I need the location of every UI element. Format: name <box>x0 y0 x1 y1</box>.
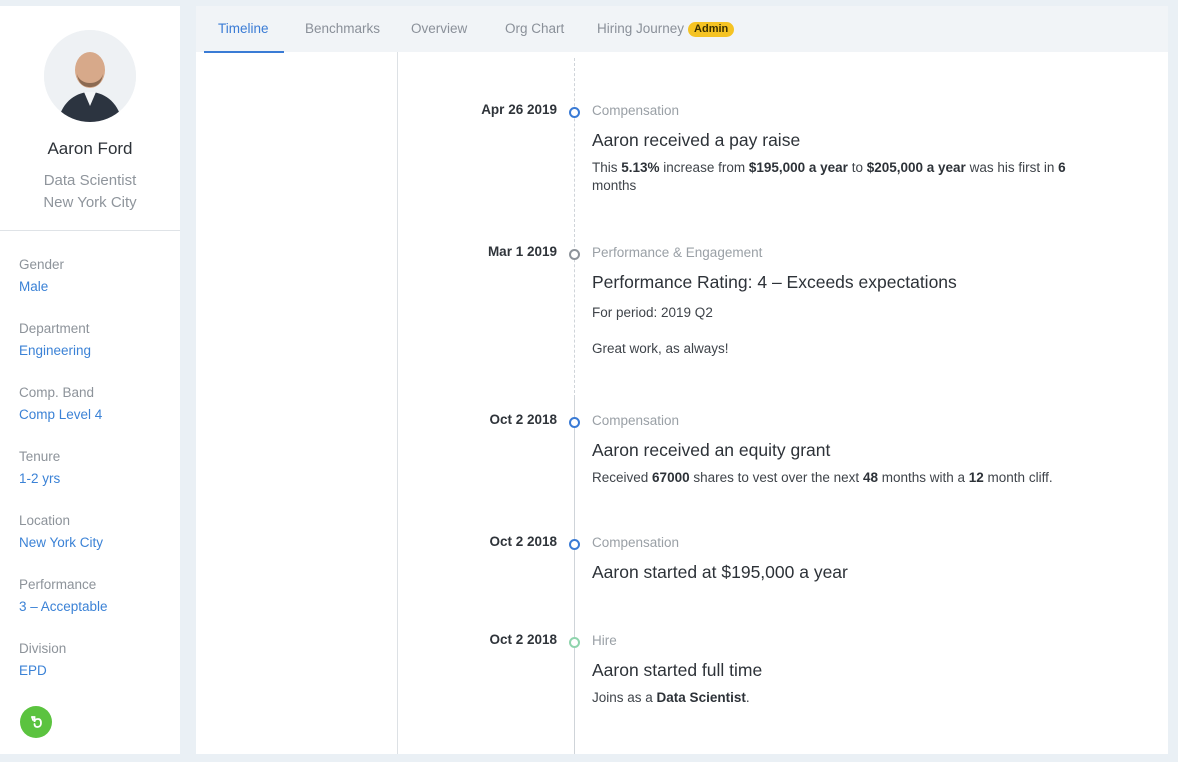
event-category: Hire <box>592 633 617 648</box>
event-date: Oct 2 2018 <box>489 632 557 647</box>
attribute-comp-band: Comp. Band Comp Level 4 <box>19 384 169 448</box>
profile-panel: Aaron Ford Data Scientist New York City … <box>0 6 180 754</box>
help-button[interactable] <box>20 706 52 738</box>
event-marker <box>569 539 580 550</box>
attribute-value[interactable]: Male <box>19 278 169 296</box>
event-content: Compensation Aaron received an equity gr… <box>592 412 1112 487</box>
attribute-label: Location <box>19 513 71 528</box>
tab-label: Hiring Journey <box>597 21 685 36</box>
event-title: Aaron received an equity grant <box>592 440 831 460</box>
event-description: Joins as a Data Scientist. <box>592 690 750 705</box>
event-content: Hire Aaron started full time Joins as a … <box>592 632 1112 707</box>
event-content: Compensation Aaron started at $195,000 a… <box>592 534 1112 583</box>
attribute-label: Tenure <box>19 449 61 464</box>
event-date: Apr 26 2019 <box>481 102 557 117</box>
event-category: Compensation <box>592 103 680 118</box>
employee-name: Aaron Ford <box>47 139 133 158</box>
event-category: Performance & Engagement <box>592 245 763 260</box>
event-date: Oct 2 2018 <box>489 412 557 427</box>
attribute-value[interactable]: New York City <box>19 534 169 552</box>
attribute-performance: Performance 3 – Acceptable <box>19 576 169 640</box>
event-category: Compensation <box>592 535 680 550</box>
event-marker <box>569 417 580 428</box>
tab-timeline[interactable]: Timeline <box>218 6 269 52</box>
event-content: Performance & Engagement Performance Rat… <box>592 244 1112 358</box>
attribute-tenure: Tenure 1-2 yrs <box>19 448 169 512</box>
event-title: Aaron started full time <box>592 660 763 680</box>
event-marker <box>569 637 580 648</box>
help-icon <box>31 716 42 728</box>
attribute-label: Gender <box>19 257 65 272</box>
admin-badge: Admin <box>688 22 735 37</box>
employee-location: New York City <box>43 194 137 211</box>
event-note: Great work, as always! <box>592 341 729 356</box>
timeline-line <box>574 398 575 754</box>
attribute-division: Division EPD <box>19 640 169 704</box>
event-date: Mar 1 2019 <box>487 244 557 259</box>
event-description: Received 67000 shares to vest over the n… <box>592 470 1053 485</box>
event-description: This 5.13% increase from $195,000 a year… <box>592 160 1066 193</box>
active-tab-indicator <box>204 51 284 53</box>
attribute-value[interactable]: Comp Level 4 <box>19 406 169 424</box>
event-title: Aaron received a pay raise <box>592 130 801 150</box>
divider <box>0 230 180 231</box>
attribute-location: Location New York City <box>19 512 169 576</box>
attribute-department: Department Engineering <box>19 320 169 384</box>
column-divider <box>397 52 398 754</box>
tab-overview[interactable]: Overview <box>411 6 467 52</box>
event-category: Compensation <box>592 413 680 428</box>
event-marker <box>569 249 580 260</box>
event-date: Oct 2 2018 <box>489 534 557 549</box>
attribute-value[interactable]: Engineering <box>19 342 169 360</box>
employee-title: Data Scientist <box>43 172 137 189</box>
main-panel: Timeline Benchmarks Overview Org Chart H… <box>196 6 1168 754</box>
tab-org-chart[interactable]: Org Chart <box>505 6 564 52</box>
attribute-value[interactable]: 1-2 yrs <box>19 470 169 488</box>
attribute-label: Performance <box>19 577 97 592</box>
attribute-label: Comp. Band <box>19 385 95 400</box>
tab-bar: Timeline Benchmarks Overview Org Chart H… <box>196 6 1168 53</box>
event-period: For period: 2019 Q2 <box>592 305 713 320</box>
event-content: Compensation Aaron received a pay raise … <box>592 102 1112 195</box>
attribute-value[interactable]: EPD <box>19 662 169 680</box>
attribute-label: Department <box>19 321 90 336</box>
tab-hiring-journey[interactable]: Hiring Journey Admin <box>597 6 735 52</box>
attribute-list: Gender Male Department Engineering Comp.… <box>19 256 169 704</box>
event-marker <box>569 107 580 118</box>
attribute-value[interactable]: 3 – Acceptable <box>19 598 169 616</box>
avatar <box>44 30 136 122</box>
event-title: Aaron started at $195,000 a year <box>592 562 848 582</box>
tab-benchmarks[interactable]: Benchmarks <box>305 6 380 52</box>
event-title: Performance Rating: 4 – Exceeds expectat… <box>592 272 957 292</box>
attribute-label: Division <box>19 641 67 656</box>
attribute-gender: Gender Male <box>19 256 169 320</box>
